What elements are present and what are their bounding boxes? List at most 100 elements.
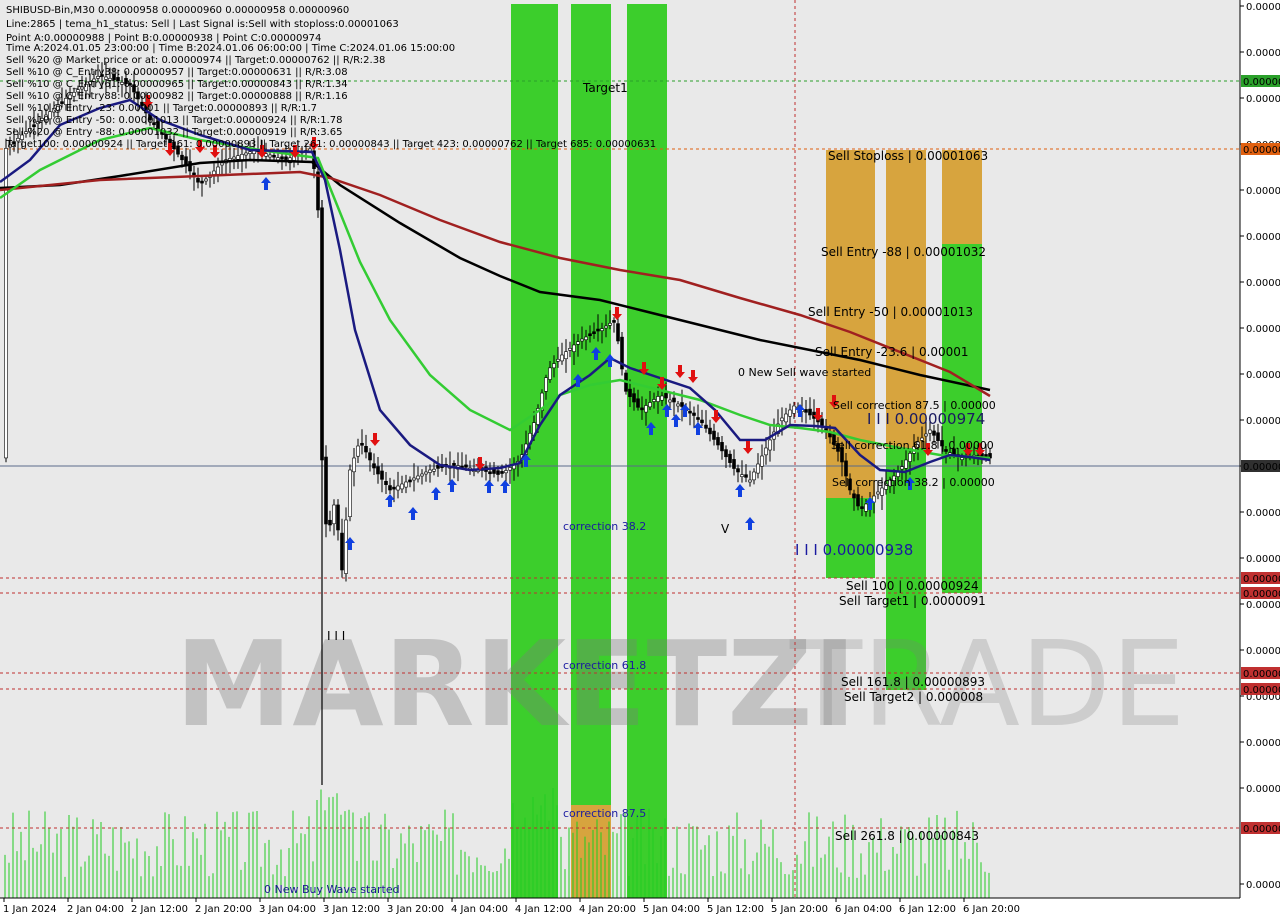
candle-body: [336, 504, 340, 531]
candle-body: [688, 410, 692, 414]
time-label: 5 Jan 04:00: [643, 904, 700, 915]
candle-body: [752, 471, 756, 481]
candle-body: [648, 402, 652, 408]
candle-body: [352, 457, 356, 473]
candle-body: [664, 393, 668, 399]
candle-body: [180, 154, 184, 161]
time-label: 6 Jan 20:00: [963, 904, 1020, 915]
level-label-sell-100: Sell 100 | 0.00000924: [846, 579, 979, 593]
candle-body: [876, 491, 880, 495]
candle-body: [632, 393, 636, 403]
price-label: 0.0000008: [1246, 880, 1280, 891]
candle-body: [200, 180, 204, 184]
candle-body: [280, 156, 284, 160]
candle-body: [716, 437, 720, 446]
level-label-entry-23: Sell Entry -23.6 | 0.00001: [815, 345, 969, 359]
info-line: Target100: 0.00000924 || Target 161: 0.0…: [5, 139, 656, 150]
candle-body: [316, 171, 320, 211]
candle-body: [628, 388, 632, 397]
candle-body: [284, 156, 288, 160]
candle-body: [376, 466, 380, 475]
point-a-ticks: I I I: [327, 629, 345, 643]
price-label: 0.0000010: [1246, 94, 1280, 105]
candle-body: [400, 483, 404, 490]
candle-body: [504, 470, 508, 474]
price-label: 0.0000010: [1246, 232, 1280, 243]
candle-body: [584, 336, 588, 341]
time-label: 3 Jan 20:00: [387, 904, 444, 915]
candle-body: [612, 320, 616, 323]
candle-body: [188, 161, 192, 172]
correction-382-label: correction 38.2: [563, 520, 646, 533]
candle-body: [608, 323, 612, 326]
candle-body: [544, 377, 548, 392]
info-line: Sell %10 @ C_Entry88: 0.00000982 || Targ…: [6, 91, 348, 102]
candle-body: [452, 463, 456, 466]
price-label: 0.0000009: [1246, 508, 1280, 519]
candle-body: [660, 395, 664, 401]
price-label: 0.0000009: [1246, 370, 1280, 381]
info-line: Line:2865 | tema_h1_status: Sell | Last …: [6, 19, 399, 30]
candle-body: [372, 463, 376, 469]
correction-618-label: correction 61.8: [563, 659, 646, 672]
candle-body: [396, 485, 400, 491]
candle-body: [344, 519, 348, 574]
price-tag-label: 0.0000010: [1243, 77, 1280, 88]
time-label: 5 Jan 20:00: [771, 904, 828, 915]
point-c-label: I I I 0.00000974: [867, 410, 985, 428]
candle-body: [236, 155, 240, 160]
candle-body: [852, 493, 856, 499]
candle-body: [712, 430, 716, 440]
candle-body: [204, 178, 208, 182]
info-line: Time A:2024.01.05 23:00:00 | Time B:2024…: [5, 43, 455, 54]
price-label: 0.0000009: [1246, 416, 1280, 427]
info-line: Sell %10 @ Entry -23: 0.00001 || Target:…: [6, 103, 317, 114]
price-label: 0.0000010: [1246, 324, 1280, 335]
candle-body: [904, 459, 908, 469]
candle-body: [864, 503, 868, 512]
price-tag-label: 0.0000008: [1243, 685, 1280, 696]
candle-body: [728, 453, 732, 463]
info-line: Sell %10 @ Entry -50: 0.00001013 || Targ…: [6, 115, 342, 126]
candle-body: [324, 456, 328, 525]
candle-body: [672, 397, 676, 403]
price-tag-label: 0.0000010: [1243, 145, 1280, 156]
candle-body: [604, 325, 608, 329]
price-label: 0.0000009: [1246, 600, 1280, 611]
level-label-target1: Target1: [582, 81, 628, 95]
time-label: 2 Jan 04:00: [67, 904, 124, 915]
candle-body: [792, 405, 796, 414]
new-buy-wave-note: 0 New Buy Wave started: [264, 883, 400, 896]
level-label-target1-sell: Sell Target1 | 0.0000091: [839, 594, 986, 608]
level-label-target2: Sell Target2 | 0.000008: [844, 690, 983, 704]
candle-body: [368, 452, 372, 461]
candle-body: [960, 457, 964, 460]
price-tag-label: 0.0000009: [1243, 589, 1280, 600]
candle-body: [780, 417, 784, 422]
level-label-entry-88: Sell Entry -88 | 0.00001032: [821, 245, 986, 259]
candle-body: [416, 475, 420, 480]
candle-body: [656, 396, 660, 402]
price-tag-label: 0.0000008: [1243, 824, 1280, 835]
candle-body: [760, 455, 764, 467]
candle-body: [496, 470, 500, 475]
candle-body: [564, 351, 568, 360]
price-chart[interactable]: MARKETZI TRADE Target1 Sell Stoploss | 0…: [0, 0, 1280, 920]
candle-body: [340, 532, 344, 571]
candle-body: [268, 154, 272, 158]
chart-window: MARKETZI TRADE Target1 Sell Stoploss | 0…: [0, 0, 1280, 920]
price-label: 0.0000010: [1246, 186, 1280, 197]
candle-body: [196, 178, 200, 183]
candle-body: [748, 479, 752, 483]
level-label-stoploss: Sell Stoploss | 0.00001063: [828, 149, 988, 163]
candle-body: [404, 481, 408, 488]
sell-zone-orange: [942, 150, 982, 244]
candle-body: [908, 453, 912, 462]
candle-body: [640, 407, 644, 411]
candle-body: [720, 442, 724, 452]
candle-body: [928, 429, 932, 434]
symbol-header: SHIBUSD-Bin,M30 0.00000958 0.00000960 0.…: [6, 5, 349, 16]
candle-body: [804, 409, 808, 413]
candle-body: [808, 408, 812, 416]
candle-body: [592, 331, 596, 335]
